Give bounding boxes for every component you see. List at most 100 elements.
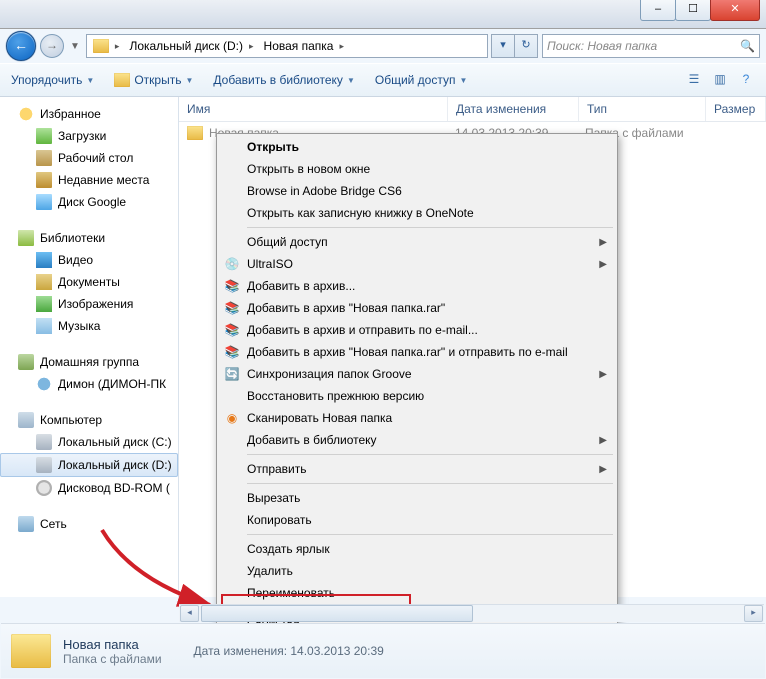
folder-icon [93,39,109,53]
preview-pane-button[interactable]: ▥ [708,68,732,92]
sidebar-item-drive-d[interactable]: Локальный диск (D:) [0,453,178,477]
winrar-icon: 📚 [223,277,241,295]
sidebar-computer[interactable]: Компьютер [0,409,178,431]
crumb-root[interactable]: ▸ [89,36,126,56]
winrar-icon: 📚 [223,321,241,339]
ultraiso-icon: 💿 [223,255,241,273]
sidebar-item-user[interactable]: Димон (ДИМОН-ПК [0,373,178,395]
sidebar-item-documents[interactable]: Документы [0,271,178,293]
cm-addlib[interactable]: Добавить в библиотеку▶ [219,429,615,451]
winrar-icon: 📚 [223,299,241,317]
details-type: Папка с файлами [63,652,162,666]
history-dropdown[interactable]: ▼ [68,41,82,52]
sidebar-homegroup[interactable]: Домашняя группа [0,351,178,373]
nav-bar: ← → ▼ ▸ Локальный диск (D:)▸ Новая папка… [0,29,766,63]
homegroup-icon [18,354,34,370]
forward-button[interactable]: → [40,34,64,58]
sidebar-libraries[interactable]: Библиотеки [0,227,178,249]
details-meta: Дата изменения: 14.03.2013 20:39 [194,644,384,658]
col-size[interactable]: Размер [706,97,766,121]
search-input[interactable]: Поиск: Новая папка🔍 [542,34,760,58]
scroll-thumb[interactable] [201,605,473,622]
desktop-icon [36,150,52,166]
cm-delete[interactable]: Удалить [219,560,615,582]
sidebar-item-gdrive[interactable]: Диск Google [0,191,178,213]
pictures-icon [36,296,52,312]
drive-icon [36,457,52,473]
computer-icon [18,412,34,428]
view-button[interactable]: ☰ [682,68,706,92]
cm-addemail[interactable]: 📚Добавить в архив и отправить по e-mail.… [219,319,615,341]
sidebar-item-bdrom[interactable]: Дисковод BD-ROM ( [0,477,178,499]
scan-icon: ◉ [223,409,241,427]
cm-scan[interactable]: ◉Сканировать Новая папка [219,407,615,429]
winrar-icon: 📚 [223,343,241,361]
submenu-arrow-icon: ▶ [599,259,607,270]
sidebar-item-recent[interactable]: Недавние места [0,169,178,191]
cm-open[interactable]: Открыть [219,136,615,158]
drive-icon [36,434,52,450]
scrollbar-horizontal[interactable]: ◂ ▸ [179,604,764,622]
cm-send[interactable]: Отправить▶ [219,458,615,480]
scroll-left-button[interactable]: ◂ [180,605,199,622]
sidebar-item-music[interactable]: Музыка [0,315,178,337]
submenu-arrow-icon: ▶ [599,237,607,248]
sidebar-item-downloads[interactable]: Загрузки [0,125,178,147]
cm-groove[interactable]: 🔄Синхронизация папок Groove▶ [219,363,615,385]
disc-icon [36,480,52,496]
folder-icon [11,634,51,668]
col-date[interactable]: Дата изменения [448,97,579,121]
col-name[interactable]: Имя [179,97,448,121]
maximize-button[interactable]: ☐ [675,0,711,21]
open-button[interactable]: Открыть▼ [111,71,196,89]
folder-icon [187,126,203,140]
crumb-drive[interactable]: Локальный диск (D:)▸ [125,36,259,56]
help-button[interactable]: ? [734,68,758,92]
sidebar-item-desktop[interactable]: Рабочий стол [0,147,178,169]
downloads-icon [36,128,52,144]
cm-rename[interactable]: Переименовать [219,582,615,604]
star-icon [18,106,34,122]
submenu-arrow-icon: ▶ [599,435,607,446]
addlib-button[interactable]: Добавить в библиотеку▼ [210,71,357,89]
cm-addraremail[interactable]: 📚Добавить в архив "Новая папка.rar" и от… [219,341,615,363]
details-name: Новая папка [63,637,162,652]
sidebar-item-video[interactable]: Видео [0,249,178,271]
toolbar: Упорядочить▼ Открыть▼ Добавить в библиот… [0,63,766,97]
cm-restore[interactable]: Восстановить прежнюю версию [219,385,615,407]
back-button[interactable]: ← [6,31,36,61]
minimize-button[interactable]: – [640,0,676,21]
user-icon [36,376,52,392]
organize-button[interactable]: Упорядочить▼ [8,71,97,89]
cm-shortcut[interactable]: Создать ярлык [219,538,615,560]
explorer-window: – ☐ ✕ ← → ▼ ▸ Локальный диск (D:)▸ Новая… [0,0,766,679]
submenu-arrow-icon: ▶ [599,369,607,380]
cm-ultraiso[interactable]: 💿UltraISO▶ [219,253,615,275]
refresh-button[interactable]: ↻ [514,34,538,58]
gdrive-icon [36,194,52,210]
cm-open-new[interactable]: Открыть в новом окне [219,158,615,180]
addr-dropdown[interactable]: ▾ [491,34,515,58]
sidebar-network[interactable]: Сеть [0,513,178,535]
cm-addarc[interactable]: 📚Добавить в архив... [219,275,615,297]
network-icon [18,516,34,532]
sidebar-favorites[interactable]: Избранное [0,103,178,125]
close-button[interactable]: ✕ [710,0,760,21]
cm-cut[interactable]: Вырезать [219,487,615,509]
video-icon [36,252,52,268]
scroll-right-button[interactable]: ▸ [744,605,763,622]
crumb-folder[interactable]: Новая папка▸ [260,36,350,56]
col-type[interactable]: Тип [579,97,706,121]
cm-copy[interactable]: Копировать [219,509,615,531]
column-headers: Имя Дата изменения Тип Размер [179,97,766,122]
cm-bridge[interactable]: Browse in Adobe Bridge CS6 [219,180,615,202]
sidebar-item-drive-c[interactable]: Локальный диск (C:) [0,431,178,453]
cm-addrar[interactable]: 📚Добавить в архив "Новая папка.rar" [219,297,615,319]
sidebar-item-pictures[interactable]: Изображения [0,293,178,315]
recent-icon [36,172,52,188]
cm-share[interactable]: Общий доступ▶ [219,231,615,253]
address-bar[interactable]: ▸ Локальный диск (D:)▸ Новая папка▸ [86,34,488,58]
share-button[interactable]: Общий доступ▼ [372,71,471,89]
cm-onenote[interactable]: Открыть как записную книжку в OneNote [219,202,615,224]
library-icon [18,230,34,246]
